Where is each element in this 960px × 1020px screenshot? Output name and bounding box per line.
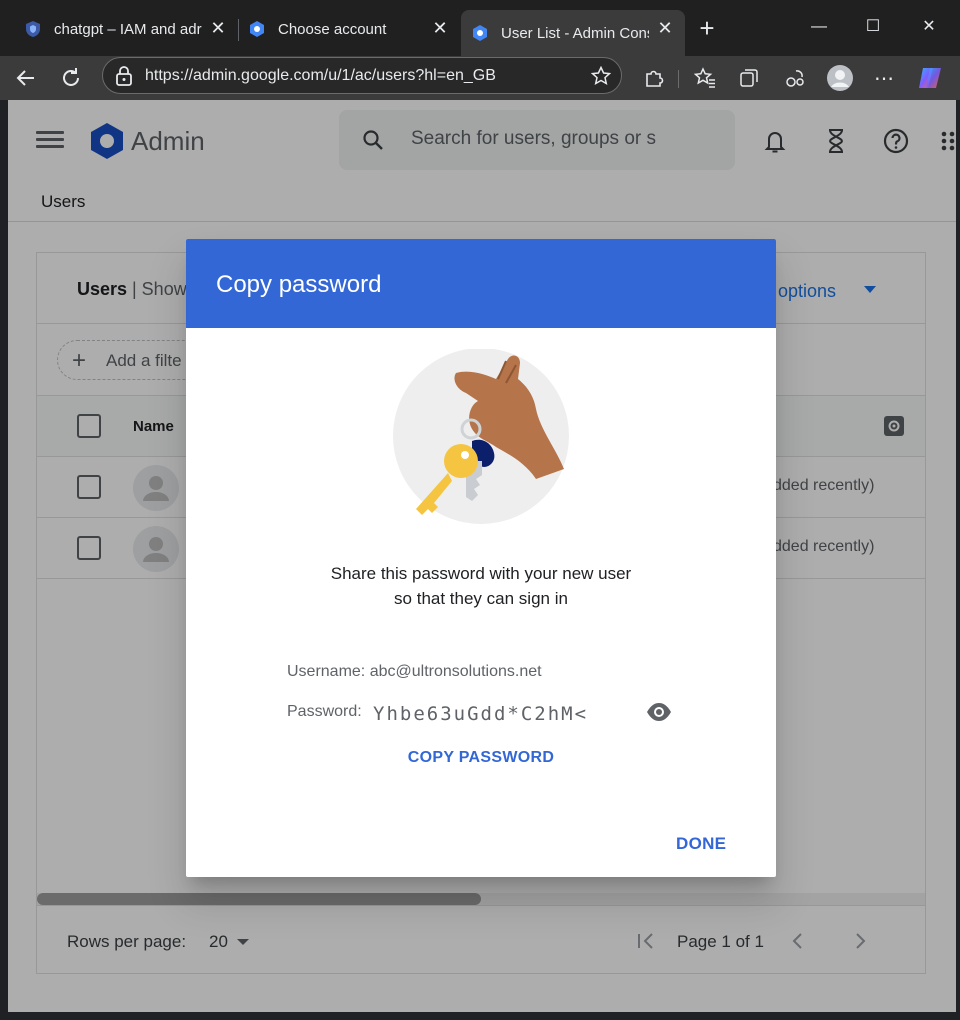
- tab-close-icon[interactable]: ✕: [208, 18, 228, 38]
- shield-icon: [26, 21, 40, 37]
- plus-icon[interactable]: +: [693, 14, 721, 42]
- copy-password-button[interactable]: COPY PASSWORD: [186, 749, 776, 767]
- done-button[interactable]: DONE: [676, 834, 726, 854]
- close-window-icon[interactable]: ✕: [906, 10, 952, 44]
- username-text: Username: abc@ultronsolutions.net: [287, 663, 542, 680]
- tab-title: Choose account: [278, 20, 387, 38]
- admin-hexagon-icon: [473, 25, 487, 41]
- admin-hexagon-icon: [250, 21, 264, 37]
- browser-essentials-icon[interactable]: [779, 62, 811, 94]
- password-label: Password:: [287, 703, 362, 720]
- tab-title: User List - Admin Cons: [501, 24, 649, 42]
- tab-close-icon[interactable]: ✕: [430, 18, 450, 38]
- browser-toolbar: https://admin.google.com/u/1/ac/users?hl…: [0, 56, 960, 100]
- favorites-icon[interactable]: [689, 62, 721, 94]
- reload-icon[interactable]: [55, 62, 87, 94]
- back-arrow-icon[interactable]: [10, 62, 42, 94]
- dialog-header: Copy password: [186, 239, 776, 328]
- message-line-2: so that they can sign in: [394, 589, 568, 608]
- url-text: https://admin.google.com/u/1/ac/users?hl…: [145, 67, 496, 84]
- profile-avatar-icon[interactable]: [824, 62, 856, 94]
- lock-icon[interactable]: [115, 66, 133, 86]
- more-options-icon[interactable]: ⋯: [868, 62, 900, 94]
- star-icon[interactable]: [591, 66, 611, 86]
- tab-choose-account[interactable]: Choose account ✕: [238, 10, 460, 48]
- toolbar-divider: [678, 70, 679, 88]
- copy-password-dialog: Copy password Share this password with y…: [186, 239, 776, 877]
- address-bar[interactable]: https://admin.google.com/u/1/ac/users?hl…: [102, 57, 622, 94]
- password-value: Yhbe63uGdd*C2hM<: [373, 703, 589, 725]
- tab-chatgpt[interactable]: chatgpt – IAM and adr ✕: [0, 10, 238, 48]
- dialog-message: Share this password with your new user s…: [186, 561, 776, 611]
- copilot-icon[interactable]: [914, 62, 946, 94]
- browser-tab-strip: chatgpt – IAM and adr ✕ Choose account ✕…: [0, 0, 960, 56]
- extensions-puzzle-icon[interactable]: [638, 62, 670, 94]
- show-password-eye-icon[interactable]: [646, 699, 672, 725]
- tab-title: chatgpt – IAM and adr: [54, 20, 202, 38]
- minimize-icon[interactable]: —: [796, 10, 842, 44]
- dialog-title: Copy password: [216, 271, 382, 298]
- tab-close-icon[interactable]: ✕: [655, 18, 675, 38]
- collections-icon[interactable]: [733, 62, 765, 94]
- message-line-1: Share this password with your new user: [330, 564, 632, 583]
- tab-user-list[interactable]: User List - Admin Cons ✕: [461, 10, 685, 56]
- maximize-icon[interactable]: ☐: [850, 10, 896, 44]
- hand-holding-keys-illustration: [393, 349, 569, 524]
